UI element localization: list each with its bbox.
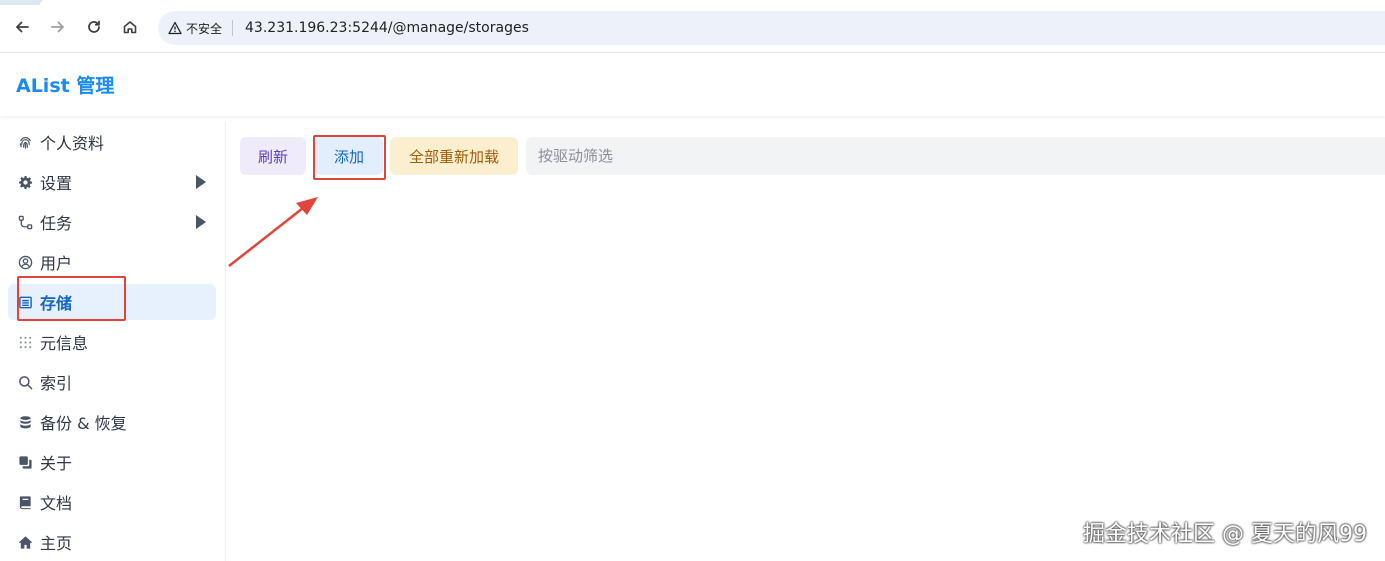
sidebar-item-settings[interactable]: 设置 [8, 164, 216, 200]
sidebar-item-label: 存储 [40, 294, 73, 313]
expand-arrow-icon[interactable] [196, 215, 206, 229]
watermark: 掘金技术社区 @ 夏天的风99 [1083, 522, 1367, 547]
sidebar-item-tasks[interactable]: 任务 [8, 204, 216, 240]
sidebar-item-label: 个人资料 [40, 134, 105, 153]
home-browser-icon[interactable] [119, 16, 141, 38]
sidebar-item-label: 关于 [40, 454, 73, 473]
omnibox-divider [232, 20, 234, 36]
sidebar-item-label: 索引 [40, 374, 73, 393]
sidebar-item-storage[interactable]: 存储 [8, 284, 216, 320]
sidebar-item-label: 主页 [40, 534, 73, 553]
copy-icon [16, 453, 34, 471]
sidebar-item-users[interactable]: 用户 [8, 244, 216, 280]
sidebar-item-about[interactable]: 关于 [8, 444, 216, 480]
app-header: AList 管理 [0, 53, 1385, 116]
home-icon [16, 533, 34, 551]
sidebar-item-profile[interactable]: 个人资料 [8, 124, 216, 160]
sidebar: 个人资料 设置 任务 用户 存储 元信息 索引 备份 & 恢复 关于 文档 主页 [0, 121, 226, 561]
url-text[interactable]: 43.231.196.23:5244/@manage/storages [245, 20, 529, 36]
sidebar-item-label: 文档 [40, 494, 73, 513]
refresh-button[interactable]: 刷新 [240, 137, 306, 175]
security-indicator[interactable]: 不安全 [168, 20, 222, 37]
sidebar-item-docs[interactable]: 文档 [8, 484, 216, 520]
sidebar-item-label: 用户 [40, 254, 73, 273]
sidebar-item-backup-restore[interactable]: 备份 & 恢复 [8, 404, 216, 440]
warning-icon [168, 21, 182, 35]
address-bar[interactable]: 不安全 43.231.196.23:5244/@manage/storages [158, 11, 1385, 45]
gear-icon [16, 173, 34, 191]
active-tab[interactable] [40, 0, 1385, 5]
expand-arrow-icon[interactable] [196, 175, 206, 189]
metadata-icon [16, 333, 34, 351]
fingerprint-icon [16, 133, 34, 151]
flow-icon [16, 213, 34, 231]
forward-icon[interactable] [47, 16, 69, 38]
sidebar-item-label: 备份 & 恢复 [40, 414, 127, 433]
back-icon[interactable] [11, 16, 33, 38]
database-icon [16, 413, 34, 431]
driver-filter-input[interactable] [526, 137, 1385, 175]
security-label: 不安全 [186, 21, 223, 36]
storage-icon [16, 293, 34, 311]
sidebar-item-index[interactable]: 索引 [8, 364, 216, 400]
sidebar-item-label: 元信息 [40, 334, 89, 353]
browser-toolbar: 不安全 43.231.196.23:5244/@manage/storages [0, 0, 1385, 53]
sidebar-item-home[interactable]: 主页 [8, 524, 216, 560]
add-button[interactable]: 添加 [315, 137, 383, 175]
app-title[interactable]: AList 管理 [16, 71, 114, 98]
book-icon [16, 493, 34, 511]
reload-all-button[interactable]: 全部重新加载 [390, 137, 518, 175]
user-circle-icon [16, 253, 34, 271]
sidebar-item-label: 设置 [40, 174, 73, 193]
sidebar-item-label: 任务 [40, 214, 73, 233]
sidebar-item-metadata[interactable]: 元信息 [8, 324, 216, 360]
reload-icon[interactable] [83, 16, 105, 38]
tab-strip [0, 0, 1385, 5]
search-icon [16, 373, 34, 391]
